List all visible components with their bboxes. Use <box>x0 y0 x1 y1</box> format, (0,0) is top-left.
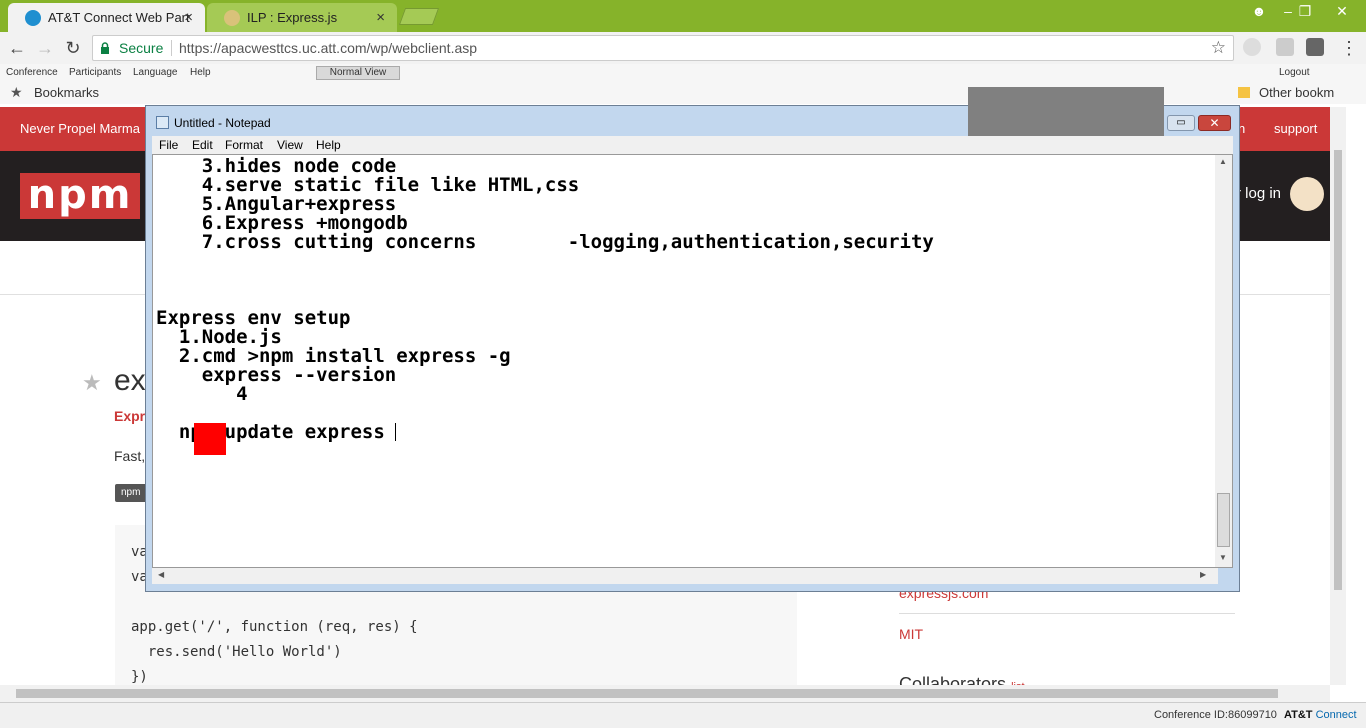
extension-icon[interactable] <box>1306 38 1324 56</box>
npm-tagline[interactable]: Never Propel Marma <box>20 121 140 136</box>
url-separator <box>171 40 172 56</box>
brand-connect: Connect <box>1315 709 1357 721</box>
code-line: app.get('/', function (req, res) { <box>131 619 418 635</box>
site-favicon-icon <box>224 10 240 26</box>
npm-logo[interactable]: npm <box>20 173 140 219</box>
scrollbar-thumb[interactable] <box>1217 493 1230 547</box>
url-text: https://apacwesttcs.uc.att.com/wp/webcli… <box>179 40 478 56</box>
tab-att-connect[interactable]: AT&T Connect Web Part × <box>8 3 205 32</box>
notepad-icon <box>156 116 169 129</box>
folder-icon <box>1238 87 1250 98</box>
package-name: ex <box>114 364 146 397</box>
divider <box>899 613 1235 614</box>
lock-icon <box>101 42 109 54</box>
notepad-horizontal-scrollbar[interactable]: ◀ ▶ <box>152 568 1218 584</box>
profile-icon[interactable]: ☻ <box>1246 2 1272 20</box>
scrollbar-thumb[interactable] <box>16 689 1278 698</box>
scroll-right-icon[interactable]: ▶ <box>1200 570 1206 579</box>
npm-support-link[interactable]: support <box>1274 121 1317 136</box>
scrollbar-thumb[interactable] <box>1334 150 1342 590</box>
text-line: npm update express <box>156 421 385 443</box>
wombat-avatar-icon[interactable] <box>1290 177 1324 211</box>
code-line: res.send('Hello World') <box>131 644 342 660</box>
logout-link[interactable]: Logout <box>1279 67 1310 78</box>
restore-window-icon[interactable]: ❐ <box>1292 2 1318 20</box>
tab-title: ILP : Express.js <box>247 10 338 25</box>
menu-language[interactable]: Language <box>133 67 178 78</box>
license-link[interactable]: MIT <box>899 626 923 642</box>
back-icon[interactable]: ← <box>6 37 28 59</box>
notepad-vertical-scrollbar[interactable]: ▲ ▼ <box>1215 155 1232 567</box>
notepad-window[interactable]: Untitled - Notepad ▭ ✕ File Edit Format … <box>145 87 1240 592</box>
tab-ilp-express[interactable]: ILP : Express.js × <box>207 3 397 32</box>
status-bar: Conference ID:86099710 AT&T Connect <box>0 702 1366 728</box>
tab-title: AT&T Connect Web Part <box>48 10 190 25</box>
bookmark-star-icon[interactable]: ☆ <box>1211 36 1226 60</box>
browser-tabstrip: AT&T Connect Web Part × ILP : Express.js… <box>0 0 1366 32</box>
address-bar[interactable]: Secure https://apacwesttcs.uc.att.com/wp… <box>92 35 1234 61</box>
extension-v-icon[interactable] <box>1243 38 1261 56</box>
chrome-menu-icon[interactable]: ⋮ <box>1338 37 1360 59</box>
menu-file[interactable]: File <box>159 138 178 152</box>
package-subtitle[interactable]: Expr <box>114 408 145 424</box>
restore-icon[interactable]: ▭ <box>1167 115 1195 131</box>
new-tab-button[interactable] <box>398 8 440 25</box>
close-tab-icon[interactable]: × <box>376 9 385 26</box>
text-caret <box>395 423 396 441</box>
browser-toolbar: ← → ↻ Secure https://apacwesttcs.uc.att.… <box>0 32 1366 64</box>
normal-view-button[interactable]: Normal View <box>316 66 400 80</box>
att-connect-brand: AT&T Connect <box>1284 709 1357 721</box>
conference-id: Conference ID:86099710 <box>1154 709 1277 721</box>
bookmarks-star-icon: ★ <box>10 84 23 100</box>
page-horizontal-scrollbar[interactable] <box>0 685 1330 702</box>
att-globe-icon <box>25 10 41 26</box>
menu-participants[interactable]: Participants <box>69 67 121 78</box>
conference-menubar: Conference Participants Language Help No… <box>0 64 1366 82</box>
scroll-left-icon[interactable]: ◀ <box>158 570 164 579</box>
menu-help[interactable]: Help <box>316 138 341 152</box>
login-link[interactable]: r log in <box>1236 185 1281 202</box>
close-icon[interactable]: ✕ <box>1198 115 1231 131</box>
secure-label: Secure <box>119 40 164 56</box>
page-vertical-scrollbar[interactable] <box>1330 107 1346 685</box>
close-window-icon[interactable]: ✕ <box>1322 2 1362 20</box>
other-bookmarks[interactable]: Other bookm <box>1259 85 1334 100</box>
reload-icon[interactable]: ↻ <box>62 37 84 59</box>
menu-conference[interactable]: Conference <box>6 67 58 78</box>
menu-view[interactable]: View <box>277 138 303 152</box>
mouse-cursor-highlight <box>194 423 226 455</box>
code-line: }) <box>131 669 148 685</box>
brand-att: AT&T <box>1284 709 1313 721</box>
menu-format[interactable]: Format <box>225 138 263 152</box>
scroll-down-icon[interactable]: ▼ <box>1219 553 1227 562</box>
window-title: Untitled - Notepad <box>174 116 271 130</box>
close-tab-icon[interactable]: × <box>184 9 193 26</box>
menu-edit[interactable]: Edit <box>192 138 213 152</box>
notepad-menubar: File Edit Format View Help <box>152 136 1233 154</box>
extension-pdf-icon[interactable] <box>1276 38 1294 56</box>
text-line: 7.cross cutting concerns -logging,authen… <box>156 231 934 253</box>
forward-icon[interactable]: → <box>34 37 56 59</box>
notepad-text-area[interactable]: 3.hides node code 4.serve static file li… <box>152 154 1233 568</box>
package-description: Fast, <box>114 448 146 464</box>
npm-badge: npm <box>115 484 147 502</box>
bookmarks-label[interactable]: Bookmarks <box>34 85 99 100</box>
menu-help[interactable]: Help <box>190 67 211 78</box>
star-package-icon[interactable]: ★ <box>82 370 102 396</box>
text-line: 4 <box>156 383 248 405</box>
scroll-up-icon[interactable]: ▲ <box>1219 157 1227 166</box>
